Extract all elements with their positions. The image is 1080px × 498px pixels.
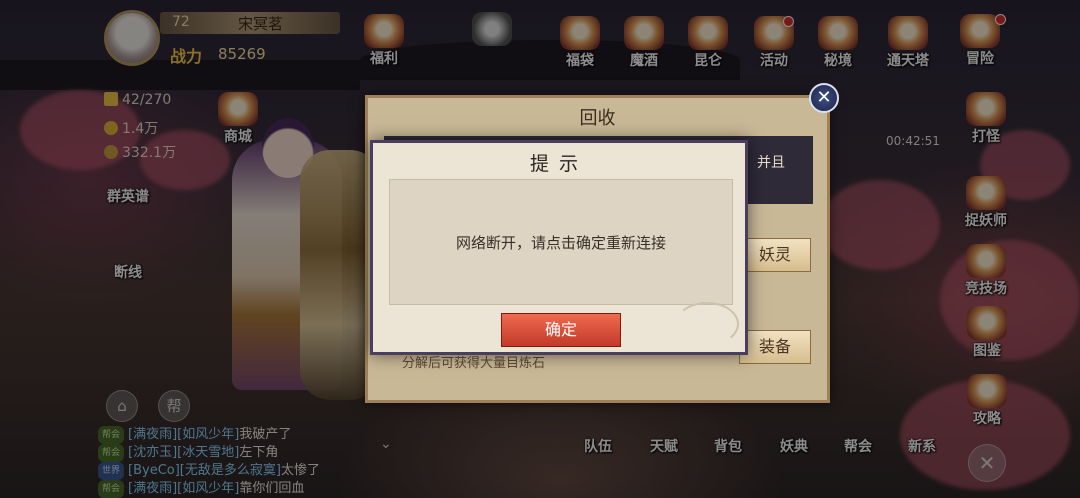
dialog-title: 提示 [529, 153, 588, 175]
prompt-dialog: 提示 网络断开，请点击确定重新连接 确定 [370, 140, 748, 355]
dialog-message-box: 网络断开，请点击确定重新连接 [389, 179, 733, 305]
panel-title: 回收 [579, 108, 616, 129]
cloud-ornament [675, 302, 739, 346]
confirm-button[interactable]: 确定 [501, 313, 621, 347]
close-panel-button[interactable]: ✕ [809, 83, 839, 113]
close-icon: ✕ [816, 87, 832, 108]
recycle-equipment-button[interactable]: 装备 [739, 330, 811, 364]
recycle-spirit-button[interactable]: 妖灵 [739, 238, 811, 272]
dialog-message: 网络断开，请点击确定重新连接 [455, 233, 666, 252]
